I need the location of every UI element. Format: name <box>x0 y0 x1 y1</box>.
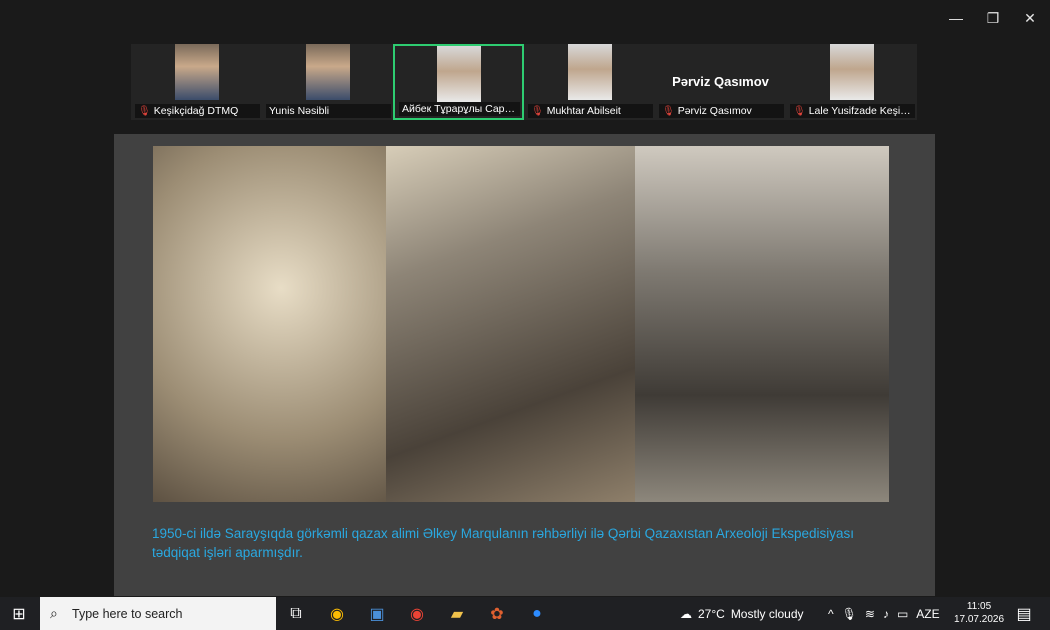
taskbar-search[interactable]: ⌕ Type here to search <box>40 597 276 630</box>
participant-name: Айбек Тұрарұлы Сарай... <box>399 102 520 116</box>
cloud-icon: ☁ <box>680 606 692 621</box>
archive-photo-group <box>635 146 889 502</box>
zoom-icon[interactable]: ● <box>524 601 550 627</box>
app-icon[interactable]: ✿ <box>484 601 510 627</box>
participant-tile[interactable]: 🎙 Mukhtar Abilseit <box>524 44 655 120</box>
volume-icon[interactable]: ♪ <box>883 607 889 621</box>
participant-video <box>567 44 612 100</box>
weather-widget[interactable]: ☁ 27°C Mostly cloudy <box>680 597 804 630</box>
participant-tile[interactable]: Pərviz Qasımov 🎙 Pərviz Qasımov <box>655 44 786 120</box>
participant-display-name: Pərviz Qasımov <box>672 74 769 89</box>
taskbar: ⊞ ⌕ Type here to search ⧉ ◉ ▣ ◉ ▰ ✿ ● ☁ … <box>0 597 1050 630</box>
search-icon: ⌕ <box>50 605 58 621</box>
participant-video <box>436 46 481 102</box>
language-indicator[interactable]: AZE <box>916 607 939 621</box>
notifications-icon[interactable]: ▤ <box>1011 601 1037 627</box>
restore-button[interactable]: ❐ <box>978 6 1008 30</box>
participant-tile[interactable]: 🎙 Lale Yusifzade Keşikçi... <box>786 44 917 120</box>
participant-name: 🎙 Pərviz Qasımov <box>659 104 784 118</box>
participant-name: 🎙 Mukhtar Abilseit <box>528 104 653 118</box>
participant-tile[interactable]: Yunis Nəsibli <box>262 44 393 120</box>
archive-photo-excavation <box>386 146 635 502</box>
battery-icon[interactable]: ▭ <box>897 607 908 621</box>
app-icon[interactable]: ▣ <box>364 601 390 627</box>
archive-photo-scientist <box>153 146 386 502</box>
participant-name: Yunis Nəsibli <box>266 104 391 118</box>
participant-name: 🎙 Keşikçidağ DTMQ <box>135 104 260 118</box>
taskbar-clock[interactable]: 11:05 17.07.2026 <box>952 600 1006 626</box>
tray-icons: ^ 🎙 ≋ ♪ ▭ AZE <box>828 597 940 630</box>
shared-screen: 1950-ci ildə Sarayşıqda görkəmli qazax a… <box>114 134 935 596</box>
windows-start-icon[interactable]: ⊞ <box>6 601 32 627</box>
task-view-icon[interactable]: ⧉ <box>283 601 309 627</box>
file-explorer-icon[interactable]: ▰ <box>444 601 470 627</box>
wifi-icon[interactable]: ≋ <box>865 607 875 621</box>
participant-name: 🎙 Lale Yusifzade Keşikçi... <box>790 104 915 118</box>
slide-caption: 1950-ci ildə Sarayşıqda görkəmli qazax a… <box>152 526 854 560</box>
mic-muted-icon: 🎙 <box>531 106 544 117</box>
participant-video <box>305 44 350 100</box>
participant-video <box>174 44 219 100</box>
chrome-icon[interactable]: ◉ <box>324 601 350 627</box>
microphone-icon[interactable]: 🎙 <box>842 607 857 621</box>
participant-tile-active[interactable]: Айбек Тұрарұлы Сарай... <box>393 44 524 120</box>
participant-video <box>829 44 874 100</box>
participant-tile[interactable]: 🎙 Keşikçidağ DTMQ <box>131 44 262 120</box>
mic-muted-icon: 🎙 <box>793 106 806 117</box>
chevron-up-icon[interactable]: ^ <box>828 607 834 621</box>
search-placeholder: Type here to search <box>72 607 183 621</box>
close-button[interactable]: ✕ <box>1015 6 1045 30</box>
chrome-profile-icon[interactable]: ◉ <box>404 601 430 627</box>
mic-muted-icon: 🎙 <box>138 106 151 117</box>
mic-muted-icon: 🎙 <box>662 106 675 117</box>
minimize-button[interactable]: — <box>941 6 971 30</box>
